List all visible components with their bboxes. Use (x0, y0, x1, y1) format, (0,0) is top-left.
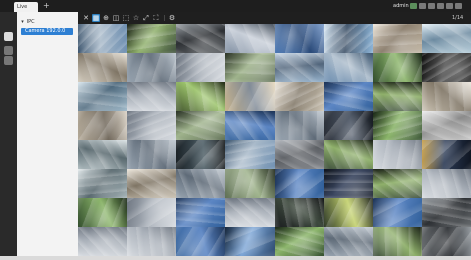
video-tile[interactable] (372, 82, 423, 112)
video-tile[interactable] (323, 24, 374, 54)
status-icon[interactable] (410, 3, 417, 9)
video-tile[interactable] (225, 24, 275, 54)
video-tile[interactable] (127, 111, 177, 141)
video-tile[interactable] (323, 82, 374, 112)
video-tile[interactable] (274, 82, 325, 112)
video-tile[interactable] (421, 169, 471, 199)
video-tile[interactable] (127, 82, 177, 112)
video-tile[interactable] (78, 111, 128, 141)
video-tile[interactable] (127, 140, 177, 170)
video-tile[interactable] (78, 82, 128, 112)
video-tile[interactable] (127, 53, 177, 83)
video-tile[interactable] (176, 169, 226, 199)
video-tile[interactable] (225, 53, 275, 83)
video-tile[interactable] (78, 140, 128, 170)
live-view-toolbar: ✕ ▦ ⊕ ◫ ⬚ ☆ ⤢ ⛶ ⚙ 1/14 (78, 12, 471, 24)
chevron-down-icon[interactable]: ▾ (20, 19, 25, 26)
video-tile[interactable] (323, 227, 374, 256)
video-grid[interactable] (78, 24, 471, 256)
video-tile[interactable] (225, 227, 275, 256)
page-indicator: 1/14 (452, 15, 464, 21)
device-tree-panel: ▾ IPC Camera 192.0.0 (17, 12, 79, 258)
video-tile[interactable] (372, 169, 423, 199)
video-tile[interactable] (225, 82, 275, 112)
add-tab-button[interactable]: + (43, 2, 50, 10)
live-view-icon[interactable] (4, 32, 13, 41)
tree-item-label: Camera 192.0.0 (25, 28, 66, 34)
video-tile[interactable] (274, 53, 325, 83)
user-label: admin (393, 3, 409, 9)
video-tile[interactable] (421, 198, 471, 228)
video-tile[interactable] (421, 227, 471, 256)
video-tile[interactable] (274, 24, 325, 54)
toolbar-divider (164, 15, 165, 21)
video-tile[interactable] (176, 24, 226, 54)
video-tile[interactable] (176, 227, 226, 256)
video-tile[interactable] (323, 140, 374, 170)
video-tile[interactable] (78, 53, 128, 83)
video-tile[interactable] (127, 198, 177, 228)
video-tile[interactable] (323, 198, 374, 228)
settings-button[interactable]: ⚙ (168, 14, 176, 22)
video-tile[interactable] (176, 53, 226, 83)
video-tile[interactable] (127, 169, 177, 199)
fullscreen-button[interactable]: ⛶ (152, 14, 160, 22)
close-icon[interactable] (455, 3, 462, 9)
video-tile[interactable] (323, 111, 374, 141)
device-icon[interactable] (4, 56, 13, 65)
video-tile[interactable] (421, 53, 471, 83)
left-rail (0, 12, 17, 258)
video-tile[interactable] (78, 24, 128, 54)
layout-button[interactable]: ▦ (92, 14, 100, 22)
video-tile[interactable] (372, 227, 423, 256)
video-tile[interactable] (78, 198, 128, 228)
video-tile[interactable] (78, 227, 128, 256)
video-tile[interactable] (176, 111, 226, 141)
video-tile[interactable] (421, 140, 471, 170)
video-tile[interactable] (274, 169, 325, 199)
playback-icon[interactable] (4, 46, 13, 55)
record-button[interactable]: ⬚ (122, 14, 130, 22)
video-tile[interactable] (421, 82, 471, 112)
video-tile[interactable] (225, 111, 275, 141)
tree-root-label: IPC (26, 19, 35, 25)
video-tile[interactable] (274, 227, 325, 256)
tree-root[interactable]: ▾ IPC (20, 19, 35, 26)
video-tile[interactable] (372, 111, 423, 141)
top-bar: Live View + admin (0, 0, 471, 18)
tab-live-view[interactable]: Live View (14, 2, 38, 18)
fit-button[interactable]: ⤢ (142, 14, 150, 22)
video-tile[interactable] (372, 24, 423, 54)
video-tile[interactable] (421, 111, 471, 141)
video-tile[interactable] (274, 140, 325, 170)
tree-item-selected[interactable]: Camera 192.0.0 (21, 28, 73, 35)
video-tile[interactable] (225, 140, 275, 170)
close-view-button[interactable]: ✕ (82, 14, 90, 22)
help-icon[interactable] (437, 3, 444, 9)
favorite-button[interactable]: ☆ (132, 14, 140, 22)
message-icon[interactable] (428, 3, 435, 9)
app-window: Live View + admin ▾ IPC Camera 192.0.0 ✕… (0, 0, 471, 260)
video-tile[interactable] (176, 140, 226, 170)
zoom-button[interactable]: ⊕ (102, 14, 110, 22)
alarm-icon[interactable] (419, 3, 426, 9)
video-tile[interactable] (323, 53, 374, 83)
bottom-bar (0, 256, 471, 260)
video-tile[interactable] (127, 227, 177, 256)
video-tile[interactable] (274, 111, 325, 141)
video-tile[interactable] (274, 198, 325, 228)
video-tile[interactable] (176, 82, 226, 112)
video-tile[interactable] (372, 53, 423, 83)
snapshot-button[interactable]: ◫ (112, 14, 120, 22)
video-tile[interactable] (421, 24, 471, 54)
video-tile[interactable] (176, 198, 226, 228)
video-tile[interactable] (372, 140, 423, 170)
video-tile[interactable] (323, 169, 374, 199)
video-tile[interactable] (372, 198, 423, 228)
video-tile[interactable] (225, 169, 275, 199)
video-tile[interactable] (127, 24, 177, 54)
minimize-icon[interactable] (446, 3, 453, 9)
video-tile[interactable] (78, 169, 128, 199)
video-tile[interactable] (225, 198, 275, 228)
